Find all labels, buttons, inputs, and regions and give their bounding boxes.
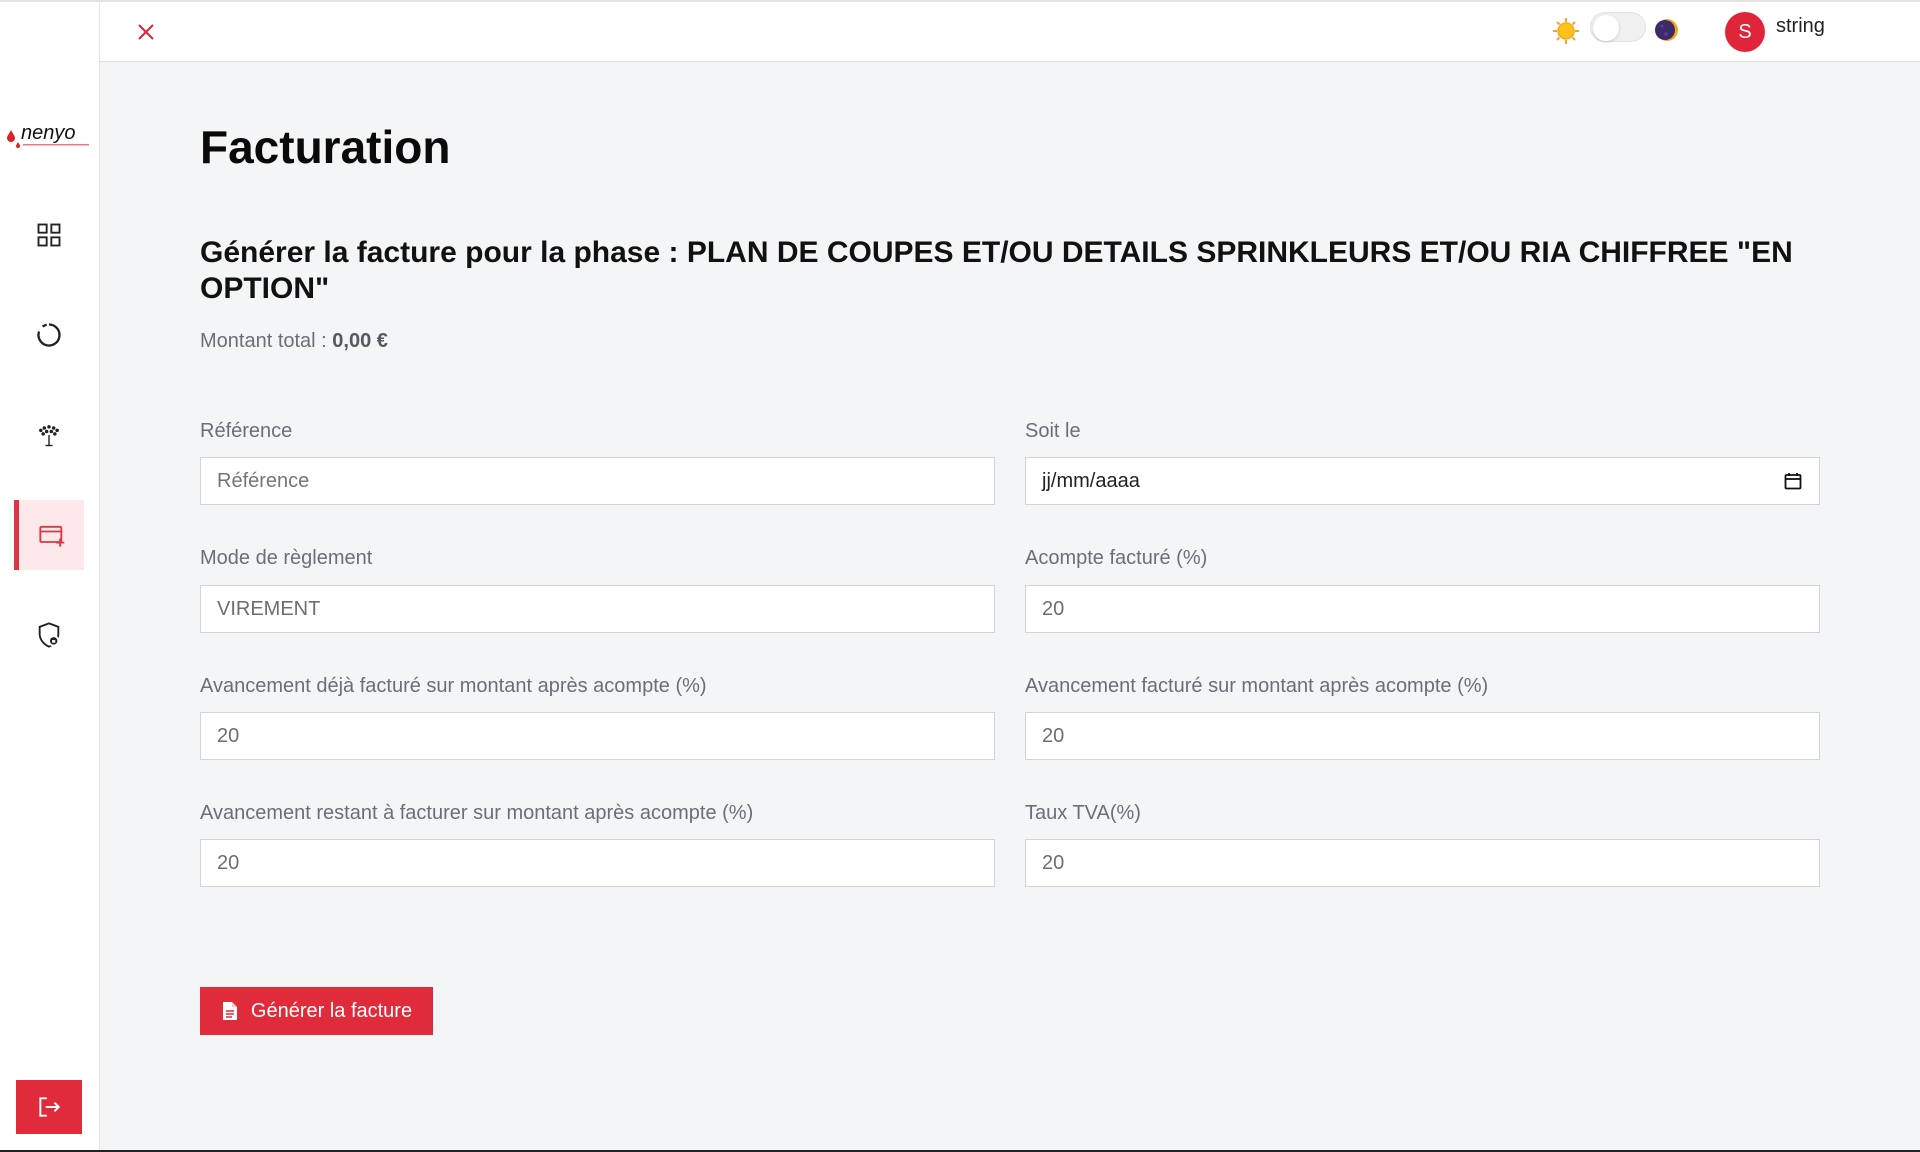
progress-already-label: Avancement déjà facturé sur montant aprè… xyxy=(200,675,707,697)
shield-lock-icon xyxy=(38,622,60,648)
vat-rate-input[interactable]: 20 xyxy=(1025,839,1820,887)
credit-card-plus-icon xyxy=(38,525,64,547)
invoice-phase-subtitle: Générer la facture pour la phase : PLAN … xyxy=(200,236,1793,305)
sidebar-item-sprinkler[interactable] xyxy=(14,400,84,470)
sidebar: nenyo xyxy=(0,2,100,1150)
sidebar-item-dashboard[interactable] xyxy=(14,200,84,270)
circle-progress-icon xyxy=(37,323,61,347)
total-amount-label: Montant total : xyxy=(200,330,333,352)
sidebar-item-security[interactable] xyxy=(14,600,84,670)
progress-remaining-label: Avancement restant à facturer sur montan… xyxy=(200,802,754,824)
moon-icon xyxy=(1653,16,1681,44)
date-input-value: jj/mm/aaaa xyxy=(1042,469,1140,492)
generate-invoice-button[interactable]: Générer la facture xyxy=(200,987,433,1035)
document-icon xyxy=(222,1002,237,1020)
deposit-label: Acompte facturé (%) xyxy=(1025,547,1208,569)
theme-toggle[interactable] xyxy=(1590,12,1646,42)
page-title: Facturation xyxy=(200,121,451,173)
date-input[interactable]: jj/mm/aaaa xyxy=(1025,457,1820,505)
generate-invoice-label: Générer la facture xyxy=(250,999,413,1022)
sidebar-item-progress[interactable] xyxy=(14,300,84,370)
avatar[interactable]: S xyxy=(1725,12,1765,52)
sidebar-item-billing[interactable] xyxy=(14,500,84,570)
reference-input[interactable] xyxy=(200,457,995,505)
total-amount-value: 0,00 € xyxy=(332,330,388,352)
date-label: Soit le xyxy=(1025,420,1081,442)
grid-icon xyxy=(37,223,61,247)
progress-billed-input[interactable]: 20 xyxy=(1025,712,1820,760)
svg-text:nenyo: nenyo xyxy=(21,122,76,144)
nenyo-logo: nenyo xyxy=(5,120,95,154)
progress-remaining-input[interactable]: 20 xyxy=(200,839,995,887)
sprinkler-icon xyxy=(39,425,59,447)
logout-button[interactable] xyxy=(16,1080,82,1134)
close-icon xyxy=(138,24,154,40)
reference-label: Référence xyxy=(200,420,293,442)
payment-mode-label: Mode de règlement xyxy=(200,547,373,569)
payment-mode-input[interactable]: VIREMENT xyxy=(200,585,995,633)
total-amount: Montant total : 0,00 € xyxy=(200,330,388,353)
progress-billed-label: Avancement facturé sur montant après aco… xyxy=(1025,675,1489,697)
logout-icon xyxy=(39,1097,61,1117)
username[interactable]: string xyxy=(1776,15,1825,38)
topbar: S string xyxy=(100,2,1920,62)
sun-icon xyxy=(1551,16,1581,46)
vat-rate-label: Taux TVA(%) xyxy=(1025,802,1141,824)
calendar-icon[interactable] xyxy=(1783,471,1803,491)
theme-toggle-knob xyxy=(1593,15,1619,41)
deposit-input[interactable]: 20 xyxy=(1025,585,1820,633)
close-button[interactable] xyxy=(134,20,158,44)
progress-already-input[interactable]: 20 xyxy=(200,712,995,760)
